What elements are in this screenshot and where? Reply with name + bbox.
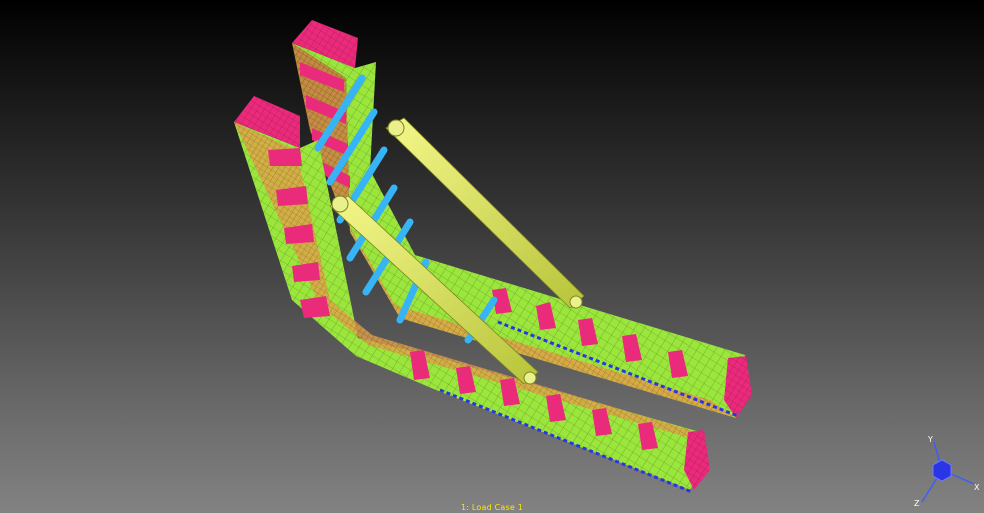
strut-joint [331, 195, 349, 213]
load-case-label: 1: Load Case 1 [460, 503, 524, 512]
x-axis-label: X [974, 483, 980, 492]
strut-joint [387, 119, 405, 137]
strut-joint [569, 295, 583, 309]
fe-model-scene[interactable] [0, 0, 984, 513]
view-cube-icon[interactable] [932, 459, 952, 482]
3d-viewport[interactable]: Y X Z 1: Load Case 1 [0, 0, 984, 513]
y-axis-label: Y [927, 435, 933, 444]
strut-joint [523, 371, 537, 385]
orientation-triad[interactable]: Y X Z [906, 432, 982, 508]
